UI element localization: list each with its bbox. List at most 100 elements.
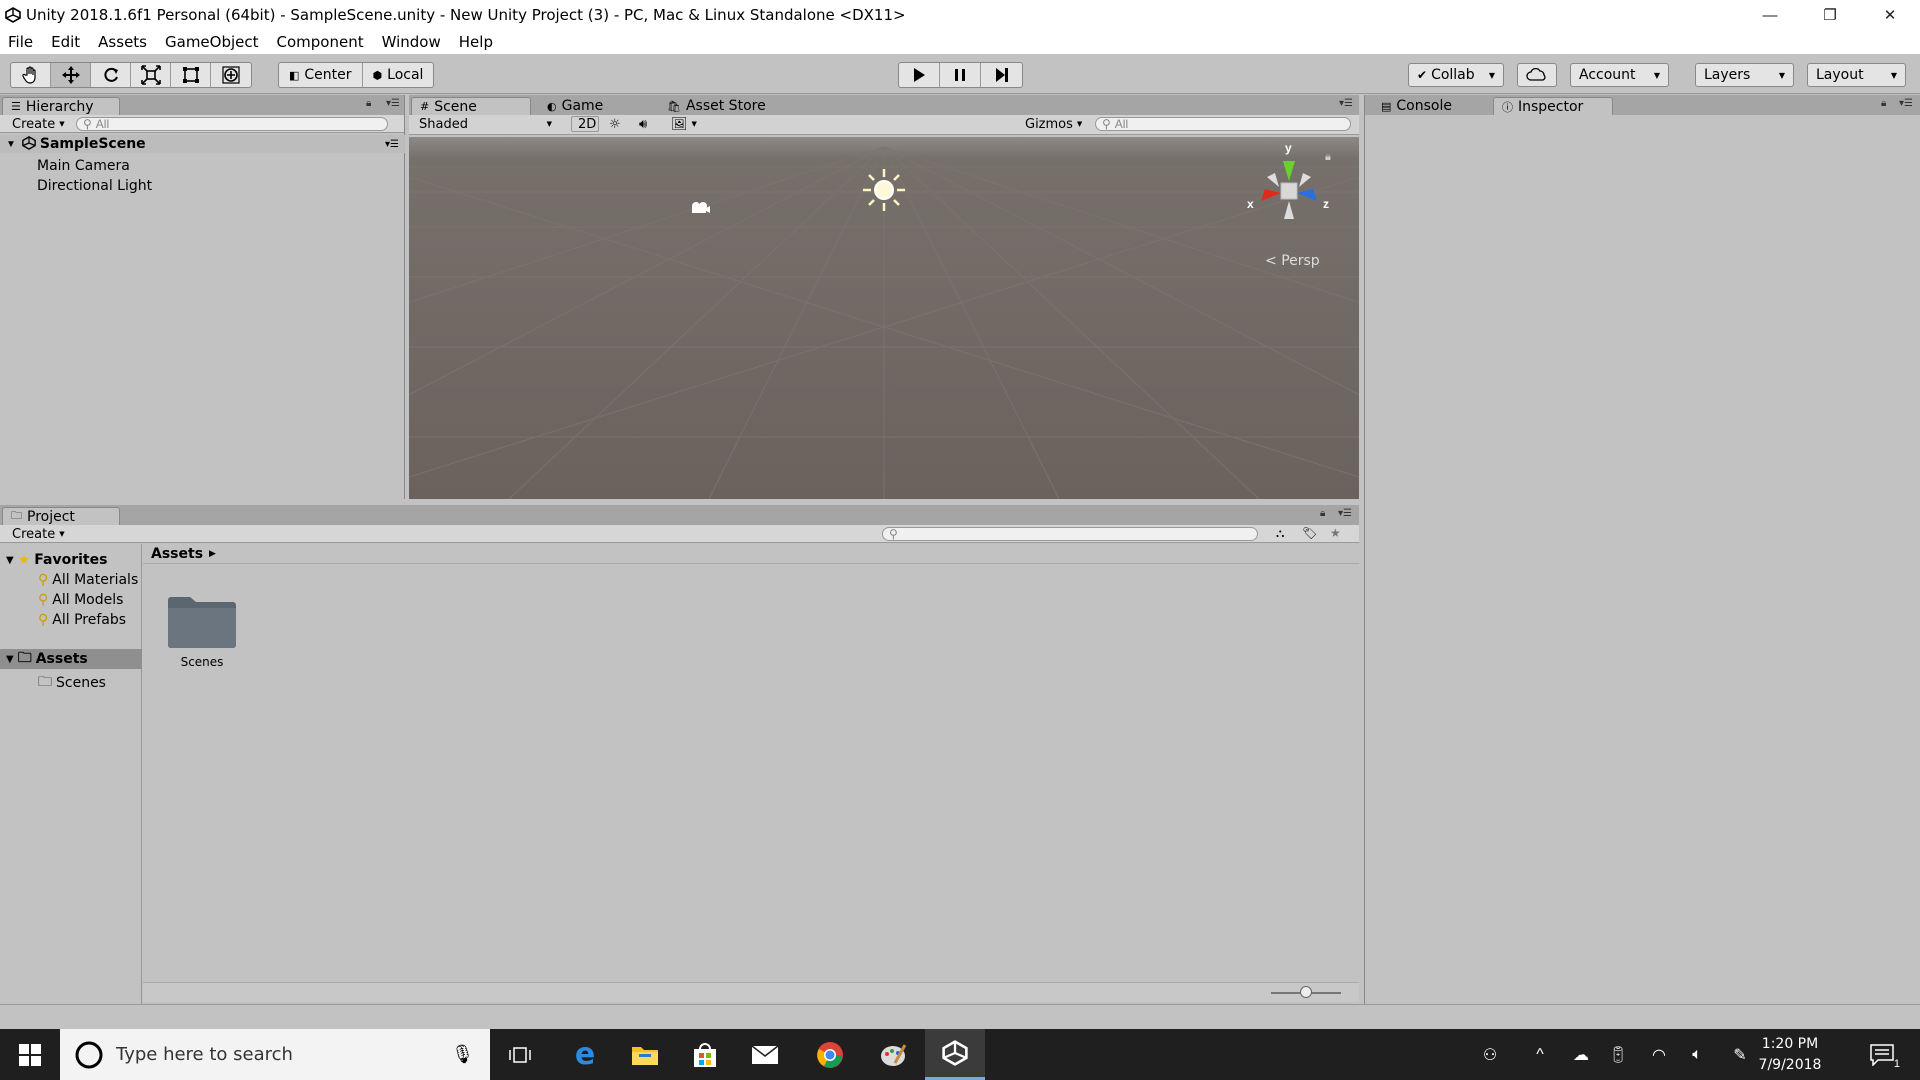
- pivot-mode-label: Center: [304, 67, 352, 83]
- action-center-button[interactable]: 1: [1862, 1029, 1902, 1080]
- move-tool-button[interactable]: [51, 63, 91, 87]
- gizmo-lock-icon[interactable]: 🔒︎: [1325, 151, 1331, 164]
- expand-triangle-icon[interactable]: ▼: [6, 139, 16, 150]
- expand-triangle-icon[interactable]: ▼: [6, 555, 14, 566]
- wifi-icon[interactable]: ◠: [1646, 1029, 1672, 1080]
- taskbar-paint[interactable]: [863, 1029, 923, 1080]
- taskbar-file-explorer[interactable]: [615, 1029, 675, 1080]
- taskbar-chrome[interactable]: [800, 1029, 860, 1080]
- hierarchy-search-input[interactable]: ⚲ All: [76, 117, 388, 131]
- tab-hierarchy[interactable]: ☰ Hierarchy: [2, 97, 120, 115]
- project-create-button[interactable]: Create ▼: [6, 526, 71, 542]
- filter-by-type-icon[interactable]: ⛬: [1276, 526, 1284, 541]
- effects-dropdown[interactable]: 🖼︎ ▼: [665, 116, 701, 132]
- collab-button[interactable]: ✔ Collab ▼: [1408, 63, 1504, 87]
- scale-icon: [140, 65, 161, 85]
- asset-folder-item[interactable]: 🗀 Scenes: [38, 671, 106, 695]
- zoom-slider-thumb[interactable]: [1300, 986, 1312, 998]
- menu-component[interactable]: Component: [277, 33, 364, 51]
- play-button[interactable]: [899, 63, 940, 87]
- task-view-button[interactable]: [490, 1029, 550, 1080]
- minimize-button[interactable]: —: [1740, 0, 1800, 30]
- assets-root-row[interactable]: ▼ 🗀 Assets: [0, 649, 142, 669]
- favorites-row[interactable]: ▼ ★ Favorites: [0, 552, 107, 568]
- hierarchy-panel: ☰ Hierarchy 🔒︎ ▾☰ Create ▼ ⚲ All ▼ Sampl…: [0, 95, 405, 499]
- tab-scene[interactable]: # Scene: [411, 97, 531, 115]
- sun-light-gizmo-icon[interactable]: [861, 167, 907, 213]
- expand-triangle-icon[interactable]: ▼: [6, 654, 14, 665]
- onedrive-cloud-icon[interactable]: ☁: [1566, 1029, 1596, 1080]
- scene-menu-icon[interactable]: ▾☰: [385, 139, 399, 150]
- battery-icon[interactable]: 🔋︎: [1604, 1029, 1632, 1080]
- hand-tool-button[interactable]: [11, 63, 51, 87]
- shading-mode-dropdown[interactable]: Shaded ▼: [413, 116, 558, 132]
- audio-toggle-button[interactable]: 🔊︎: [633, 116, 661, 132]
- panel-menu-icon[interactable]: ▾☰: [1338, 508, 1352, 519]
- layers-dropdown[interactable]: Layers ▼: [1695, 63, 1794, 87]
- cloud-button[interactable]: [1517, 63, 1557, 87]
- play-controls: [898, 62, 1023, 88]
- close-button[interactable]: ✕: [1860, 0, 1920, 30]
- tab-console[interactable]: ▤ Console: [1373, 97, 1460, 115]
- rect-tool-button[interactable]: [171, 63, 211, 87]
- lock-icon[interactable]: 🔒︎: [1881, 98, 1886, 109]
- favorite-item[interactable]: ⚲ All Materials: [38, 572, 138, 588]
- taskbar-edge[interactable]: e: [555, 1029, 615, 1080]
- hierarchy-item-directional-light[interactable]: Directional Light: [37, 178, 152, 194]
- projection-toggle[interactable]: < Persp: [1265, 253, 1320, 269]
- project-search-input[interactable]: ⚲: [882, 527, 1258, 541]
- filter-by-label-icon[interactable]: 🏷︎: [1302, 526, 1317, 540]
- transform-tool-button[interactable]: [211, 63, 251, 87]
- 2d-toggle-button[interactable]: 2D: [571, 116, 599, 132]
- panel-menu-icon[interactable]: ▾☰: [1339, 98, 1353, 109]
- menu-file[interactable]: File: [8, 33, 33, 51]
- menu-assets[interactable]: Assets: [98, 33, 147, 51]
- hierarchy-scene-row[interactable]: ▼ SampleScene ▾☰: [0, 135, 405, 153]
- menu-window[interactable]: Window: [382, 33, 441, 51]
- step-button[interactable]: [981, 63, 1022, 87]
- taskbar-search-input[interactable]: Type here to search 🎙︎: [60, 1029, 490, 1080]
- layout-dropdown[interactable]: Layout ▼: [1807, 63, 1906, 87]
- lock-icon[interactable]: 🔒︎: [366, 98, 371, 109]
- people-icon[interactable]: ⚇: [1478, 1029, 1502, 1080]
- panel-menu-icon[interactable]: ▾☰: [386, 98, 400, 109]
- tab-project[interactable]: 🗀 Project: [2, 507, 120, 525]
- pivot-mode-button[interactable]: ◧ Center: [279, 63, 363, 87]
- tab-inspector[interactable]: ⓘ Inspector: [1493, 97, 1613, 115]
- hierarchy-item-main-camera[interactable]: Main Camera: [37, 158, 130, 174]
- scene-search-input[interactable]: ⚲ All: [1095, 117, 1351, 131]
- lock-icon[interactable]: 🔒︎: [1320, 508, 1325, 519]
- pause-button[interactable]: [940, 63, 981, 87]
- scale-tool-button[interactable]: [131, 63, 171, 87]
- restore-button[interactable]: ❐: [1800, 0, 1860, 30]
- hierarchy-create-button[interactable]: Create ▼: [6, 116, 71, 132]
- account-dropdown[interactable]: Account ▼: [1570, 63, 1669, 87]
- taskbar-mail[interactable]: [735, 1029, 795, 1080]
- asset-grid-item[interactable]: Scenes: [160, 590, 244, 669]
- orientation-gizmo[interactable]: y x z 🔒︎: [1239, 141, 1339, 241]
- start-button[interactable]: [0, 1029, 60, 1080]
- microphone-icon[interactable]: 🎙︎: [451, 1044, 474, 1065]
- camera-gizmo-icon[interactable]: [689, 200, 711, 216]
- taskbar-store[interactable]: [675, 1029, 735, 1080]
- tab-asset-store[interactable]: 🛍︎ Asset Store: [659, 97, 774, 115]
- menu-gameobject[interactable]: GameObject: [165, 33, 259, 51]
- gizmos-dropdown[interactable]: Gizmos ▼: [1019, 116, 1082, 132]
- lighting-toggle-button[interactable]: ☼: [603, 116, 631, 132]
- menu-help[interactable]: Help: [459, 33, 493, 51]
- panel-menu-icon[interactable]: ▾☰: [1899, 98, 1913, 109]
- scene-viewport[interactable]: y x z 🔒︎ < Persp: [409, 137, 1359, 499]
- volume-icon[interactable]: 🔈︎: [1684, 1029, 1710, 1080]
- favorite-star-icon[interactable]: ★: [1330, 526, 1341, 540]
- menu-edit[interactable]: Edit: [51, 33, 80, 51]
- favorite-item[interactable]: ⚲ All Prefabs: [38, 612, 126, 628]
- chevron-up-icon[interactable]: ^: [1528, 1029, 1552, 1080]
- favorite-item[interactable]: ⚲ All Models: [38, 592, 123, 608]
- taskbar-unity[interactable]: [925, 1029, 985, 1080]
- rotate-tool-button[interactable]: [91, 63, 131, 87]
- taskbar-clock[interactable]: 1:20 PM 7/9/2018: [1745, 1029, 1835, 1080]
- pivot-rotation-button[interactable]: ⬢ Local: [363, 63, 434, 87]
- breadcrumb-assets[interactable]: Assets: [151, 546, 203, 562]
- tab-game[interactable]: ◐ Game: [539, 97, 611, 115]
- title-bar: Unity 2018.1.6f1 Personal (64bit) - Samp…: [0, 0, 1920, 30]
